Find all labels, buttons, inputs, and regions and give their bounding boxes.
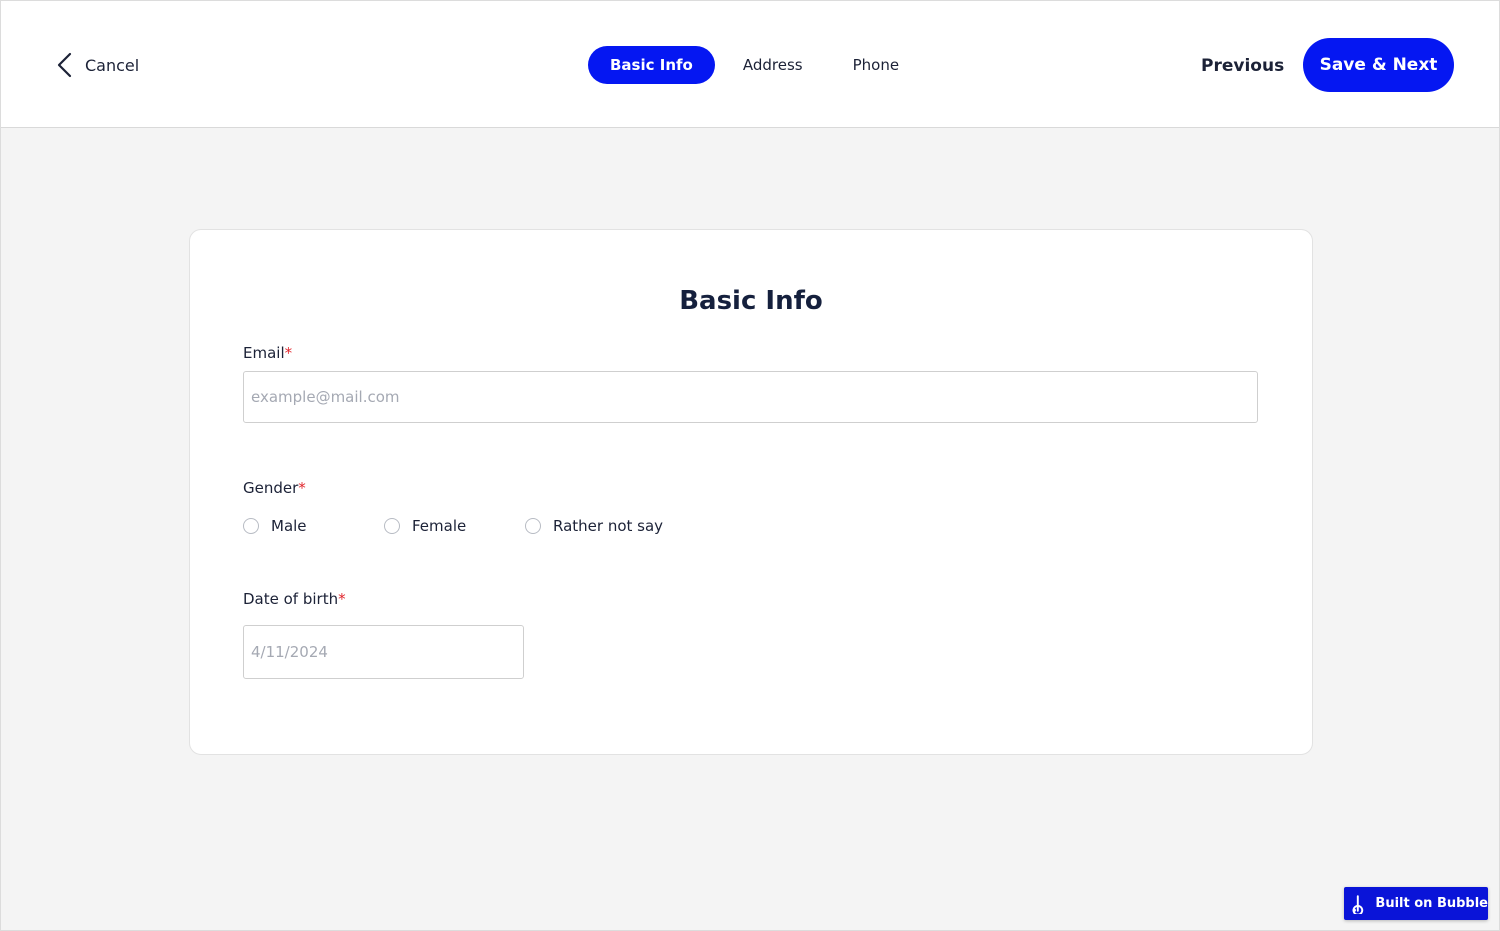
dob-label: Date of birth* xyxy=(243,590,346,608)
radio-label: Male xyxy=(271,517,307,535)
step-tabs: Basic Info Address Phone xyxy=(588,46,899,84)
gender-option-female[interactable]: Female xyxy=(384,517,525,535)
radio-label: Female xyxy=(412,517,467,535)
badge-label: Built on Bubble xyxy=(1375,896,1488,911)
required-marker: * xyxy=(284,344,293,362)
cancel-button[interactable]: Cancel xyxy=(55,51,139,79)
cancel-label: Cancel xyxy=(85,55,140,75)
gender-option-rather-not-say[interactable]: Rather not say xyxy=(525,517,663,535)
gender-radio-group: Male Female Rather not say xyxy=(243,515,663,537)
tab-phone[interactable]: Phone xyxy=(853,46,899,84)
email-label: Email* xyxy=(243,344,293,362)
chevron-left-icon xyxy=(57,52,72,78)
gender-label: Gender* xyxy=(243,479,306,497)
app-frame: Cancel Basic Info Address Phone Previous… xyxy=(0,0,1500,931)
required-marker: * xyxy=(338,590,346,608)
date-of-birth-input[interactable] xyxy=(243,625,524,679)
radio-label: Rather not say xyxy=(553,517,664,535)
tab-address[interactable]: Address xyxy=(743,46,803,84)
email-input[interactable] xyxy=(243,371,1258,423)
gender-option-male[interactable]: Male xyxy=(243,517,384,535)
radio-button[interactable] xyxy=(243,518,259,534)
required-marker: * xyxy=(298,479,306,497)
built-on-bubble-badge[interactable]: Built on Bubble xyxy=(1344,887,1488,920)
form-card: Basic Info Email* Gender* Male Female Ra… xyxy=(189,229,1313,755)
tab-basic-info[interactable]: Basic Info xyxy=(588,46,715,84)
form-title: Basic Info xyxy=(679,286,823,316)
radio-button[interactable] xyxy=(525,518,541,534)
radio-button[interactable] xyxy=(384,518,400,534)
previous-button[interactable]: Previous xyxy=(1197,49,1288,83)
top-bar: Cancel Basic Info Address Phone Previous… xyxy=(1,1,1499,128)
save-next-button[interactable]: Save & Next xyxy=(1303,38,1454,92)
bubble-logo-icon xyxy=(1352,894,1364,914)
